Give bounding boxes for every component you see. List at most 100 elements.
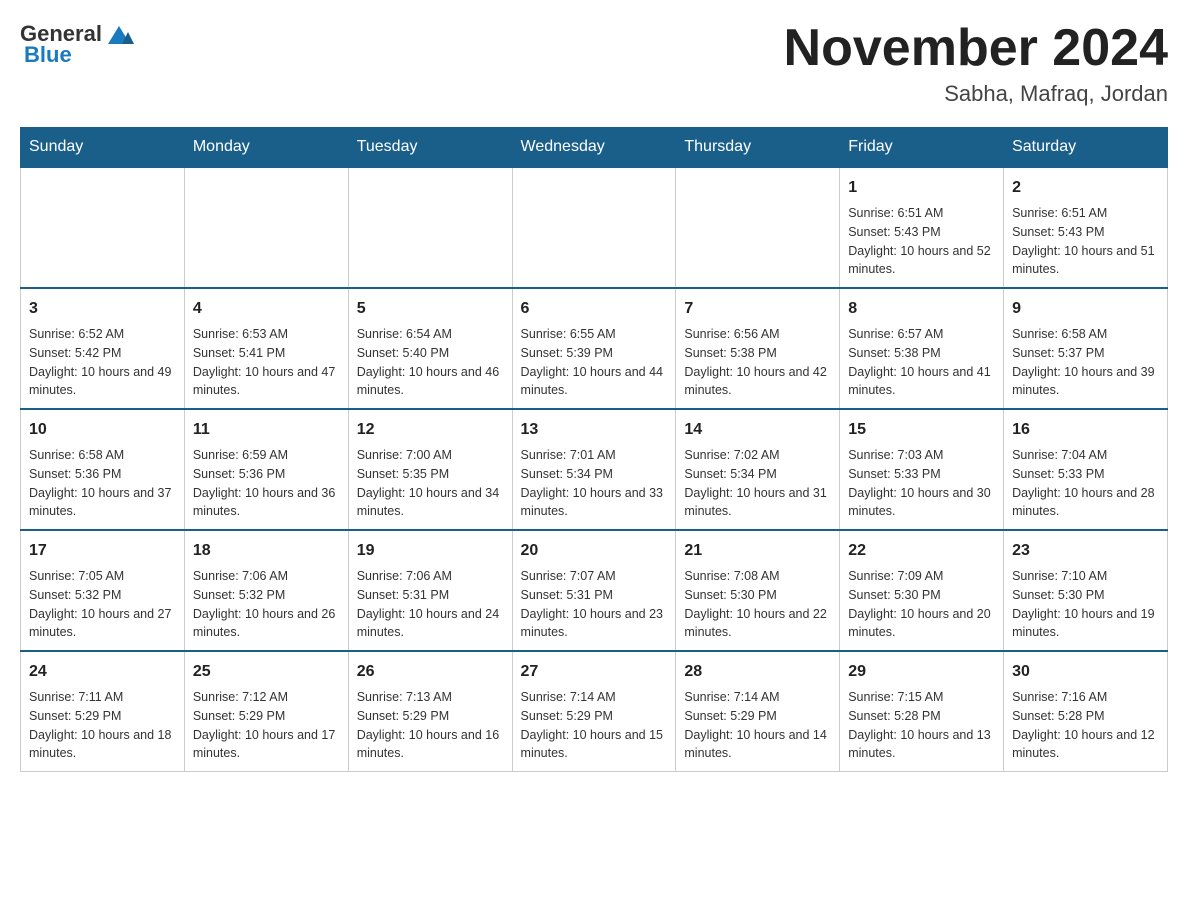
calendar-cell: 12 Sunrise: 7:00 AMSunset: 5:35 PMDayligh… (348, 409, 512, 530)
day-number: 12 (357, 418, 504, 442)
day-info: Sunrise: 6:53 AMSunset: 5:41 PMDaylight:… (193, 325, 340, 400)
day-info: Sunrise: 6:57 AMSunset: 5:38 PMDaylight:… (848, 325, 995, 400)
day-header-thursday: Thursday (676, 128, 840, 168)
day-info: Sunrise: 6:58 AMSunset: 5:37 PMDaylight:… (1012, 325, 1159, 400)
calendar-cell: 8 Sunrise: 6:57 AMSunset: 5:38 PMDaylight… (840, 288, 1004, 409)
day-number: 19 (357, 539, 504, 563)
calendar-cell: 26 Sunrise: 7:13 AMSunset: 5:29 PMDayligh… (348, 651, 512, 772)
calendar-week-row: 10 Sunrise: 6:58 AMSunset: 5:36 PMDayligh… (21, 409, 1168, 530)
day-number: 25 (193, 660, 340, 684)
day-info: Sunrise: 6:59 AMSunset: 5:36 PMDaylight:… (193, 446, 340, 521)
calendar-cell: 7 Sunrise: 6:56 AMSunset: 5:38 PMDaylight… (676, 288, 840, 409)
logo-icon (104, 18, 134, 48)
calendar-cell: 3Sunrise: 6:52 AMSunset: 5:42 PMDaylight… (21, 288, 185, 409)
day-info: Sunrise: 7:06 AMSunset: 5:32 PMDaylight:… (193, 567, 340, 642)
day-header-sunday: Sunday (21, 128, 185, 168)
calendar-cell: 10 Sunrise: 6:58 AMSunset: 5:36 PMDayligh… (21, 409, 185, 530)
page-header: General Blue November 2024 Sabha, Mafraq… (20, 20, 1168, 107)
calendar-cell: 23 Sunrise: 7:10 AMSunset: 5:30 PMDayligh… (1004, 530, 1168, 651)
calendar-cell: 21Sunrise: 7:08 AMSunset: 5:30 PMDayligh… (676, 530, 840, 651)
day-info: Sunrise: 7:13 AMSunset: 5:29 PMDaylight:… (357, 688, 504, 763)
calendar-cell: 4 Sunrise: 6:53 AMSunset: 5:41 PMDaylight… (184, 288, 348, 409)
calendar-cell: 22Sunrise: 7:09 AMSunset: 5:30 PMDayligh… (840, 530, 1004, 651)
calendar-cell: 17Sunrise: 7:05 AMSunset: 5:32 PMDayligh… (21, 530, 185, 651)
day-info: Sunrise: 7:01 AMSunset: 5:34 PMDaylight:… (521, 446, 668, 521)
day-info: Sunrise: 6:51 AMSunset: 5:43 PMDaylight:… (848, 204, 995, 279)
day-number: 15 (848, 418, 995, 442)
day-number: 26 (357, 660, 504, 684)
calendar-cell: 28Sunrise: 7:14 AMSunset: 5:29 PMDayligh… (676, 651, 840, 772)
day-number: 5 (357, 297, 504, 321)
day-number: 24 (29, 660, 176, 684)
day-number: 17 (29, 539, 176, 563)
day-info: Sunrise: 7:06 AMSunset: 5:31 PMDaylight:… (357, 567, 504, 642)
title-area: November 2024 Sabha, Mafraq, Jordan (784, 20, 1168, 107)
day-info: Sunrise: 7:15 AMSunset: 5:28 PMDaylight:… (848, 688, 995, 763)
day-info: Sunrise: 7:00 AMSunset: 5:35 PMDaylight:… (357, 446, 504, 521)
day-number: 2 (1012, 176, 1159, 200)
calendar-cell: 16Sunrise: 7:04 AMSunset: 5:33 PMDayligh… (1004, 409, 1168, 530)
calendar-cell: 20 Sunrise: 7:07 AMSunset: 5:31 PMDayligh… (512, 530, 676, 651)
calendar-cell: 19 Sunrise: 7:06 AMSunset: 5:31 PMDayligh… (348, 530, 512, 651)
day-header-monday: Monday (184, 128, 348, 168)
calendar-cell: 15Sunrise: 7:03 AMSunset: 5:33 PMDayligh… (840, 409, 1004, 530)
calendar-cell: 24 Sunrise: 7:11 AMSunset: 5:29 PMDayligh… (21, 651, 185, 772)
month-title: November 2024 (784, 20, 1168, 77)
day-number: 13 (521, 418, 668, 442)
calendar-cell: 6 Sunrise: 6:55 AMSunset: 5:39 PMDaylight… (512, 288, 676, 409)
day-number: 29 (848, 660, 995, 684)
calendar-cell (184, 167, 348, 288)
day-number: 1 (848, 176, 995, 200)
calendar-table: SundayMondayTuesdayWednesdayThursdayFrid… (20, 127, 1168, 772)
logo: General Blue (20, 20, 134, 68)
day-number: 28 (684, 660, 831, 684)
logo-blue-text: Blue (24, 42, 72, 68)
calendar-cell: 2 Sunrise: 6:51 AMSunset: 5:43 PMDaylight… (1004, 167, 1168, 288)
calendar-cell: 30Sunrise: 7:16 AMSunset: 5:28 PMDayligh… (1004, 651, 1168, 772)
calendar-cell: 18 Sunrise: 7:06 AMSunset: 5:32 PMDayligh… (184, 530, 348, 651)
calendar-cell: 27 Sunrise: 7:14 AMSunset: 5:29 PMDayligh… (512, 651, 676, 772)
calendar-cell: 9 Sunrise: 6:58 AMSunset: 5:37 PMDaylight… (1004, 288, 1168, 409)
day-info: Sunrise: 7:09 AMSunset: 5:30 PMDaylight:… (848, 567, 995, 642)
day-header-tuesday: Tuesday (348, 128, 512, 168)
calendar-week-row: 3Sunrise: 6:52 AMSunset: 5:42 PMDaylight… (21, 288, 1168, 409)
calendar-cell (348, 167, 512, 288)
calendar-cell (676, 167, 840, 288)
day-info: Sunrise: 6:58 AMSunset: 5:36 PMDaylight:… (29, 446, 176, 521)
day-info: Sunrise: 7:14 AMSunset: 5:29 PMDaylight:… (521, 688, 668, 763)
day-number: 18 (193, 539, 340, 563)
day-info: Sunrise: 7:02 AMSunset: 5:34 PMDaylight:… (684, 446, 831, 521)
day-number: 7 (684, 297, 831, 321)
day-number: 27 (521, 660, 668, 684)
calendar-header-row: SundayMondayTuesdayWednesdayThursdayFrid… (21, 128, 1168, 168)
day-number: 8 (848, 297, 995, 321)
day-number: 6 (521, 297, 668, 321)
calendar-cell: 1 Sunrise: 6:51 AMSunset: 5:43 PMDaylight… (840, 167, 1004, 288)
day-info: Sunrise: 6:54 AMSunset: 5:40 PMDaylight:… (357, 325, 504, 400)
calendar-cell: 25 Sunrise: 7:12 AMSunset: 5:29 PMDayligh… (184, 651, 348, 772)
day-info: Sunrise: 7:12 AMSunset: 5:29 PMDaylight:… (193, 688, 340, 763)
calendar-cell: 11 Sunrise: 6:59 AMSunset: 5:36 PMDayligh… (184, 409, 348, 530)
day-number: 20 (521, 539, 668, 563)
day-header-wednesday: Wednesday (512, 128, 676, 168)
calendar-cell: 13 Sunrise: 7:01 AMSunset: 5:34 PMDayligh… (512, 409, 676, 530)
day-info: Sunrise: 7:07 AMSunset: 5:31 PMDaylight:… (521, 567, 668, 642)
day-header-saturday: Saturday (1004, 128, 1168, 168)
day-info: Sunrise: 6:51 AMSunset: 5:43 PMDaylight:… (1012, 204, 1159, 279)
day-number: 11 (193, 418, 340, 442)
day-number: 4 (193, 297, 340, 321)
calendar-cell: 14Sunrise: 7:02 AMSunset: 5:34 PMDayligh… (676, 409, 840, 530)
day-number: 9 (1012, 297, 1159, 321)
day-number: 21 (684, 539, 831, 563)
calendar-cell (512, 167, 676, 288)
day-number: 10 (29, 418, 176, 442)
day-info: Sunrise: 7:11 AMSunset: 5:29 PMDaylight:… (29, 688, 176, 763)
calendar-cell: 29 Sunrise: 7:15 AMSunset: 5:28 PMDayligh… (840, 651, 1004, 772)
day-info: Sunrise: 7:16 AMSunset: 5:28 PMDaylight:… (1012, 688, 1159, 763)
day-info: Sunrise: 7:10 AMSunset: 5:30 PMDaylight:… (1012, 567, 1159, 642)
day-info: Sunrise: 6:55 AMSunset: 5:39 PMDaylight:… (521, 325, 668, 400)
day-info: Sunrise: 7:04 AMSunset: 5:33 PMDaylight:… (1012, 446, 1159, 521)
day-info: Sunrise: 6:56 AMSunset: 5:38 PMDaylight:… (684, 325, 831, 400)
calendar-week-row: 1 Sunrise: 6:51 AMSunset: 5:43 PMDaylight… (21, 167, 1168, 288)
day-number: 23 (1012, 539, 1159, 563)
